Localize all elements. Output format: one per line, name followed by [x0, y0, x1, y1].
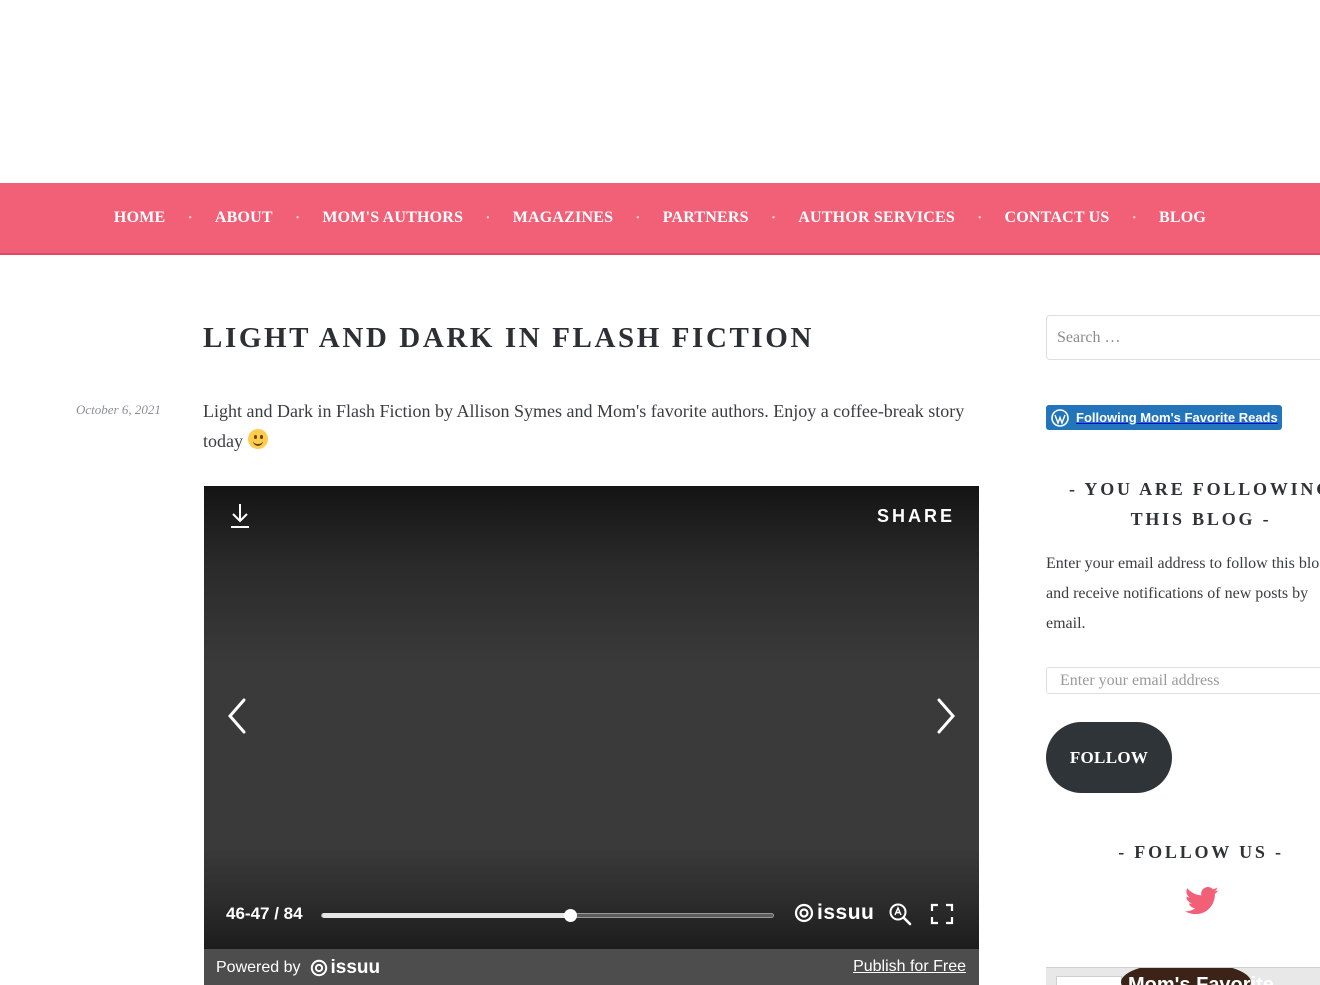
issuu-logo[interactable]: issuu — [794, 901, 875, 924]
nav-item-contact-us[interactable]: CONTACT US — [1005, 209, 1110, 227]
powered-by-label: Powered by — [216, 959, 301, 976]
nav-item-home[interactable]: HOME — [114, 209, 165, 227]
nav-separator: • — [636, 212, 640, 224]
issuu-wordmark: issuu — [817, 901, 875, 924]
nav-separator: • — [486, 212, 490, 224]
follow-button[interactable]: FOLLOW — [1046, 722, 1172, 793]
facebook-page-thumbnail — [1056, 976, 1122, 985]
search-input[interactable] — [1047, 316, 1320, 359]
email-input[interactable] — [1047, 668, 1320, 693]
facebook-page-card[interactable]: Mom's Favorite — [1046, 967, 1320, 985]
follow-us-widget-title: - FOLLOW US - — [1118, 842, 1284, 862]
main-navigation: HOME • ABOUT • MOM'S AUTHORS • MAGAZINES… — [0, 183, 1320, 255]
wordpress-follow-button[interactable]: Following Mom's Favorite Reads — [1046, 405, 1282, 430]
nav-item-magazines[interactable]: MAGAZINES — [513, 209, 613, 227]
share-button[interactable]: SHARE — [877, 506, 955, 527]
powered-by-issuu[interactable]: Powered by issuu — [216, 957, 380, 979]
issuu-mark-icon — [794, 903, 814, 923]
post-date[interactable]: October 6, 2021 — [76, 402, 161, 418]
scrubber-handle[interactable] — [564, 909, 578, 922]
page-scrubber[interactable] — [321, 909, 774, 922]
fullscreen-icon[interactable] — [930, 903, 954, 925]
issuu-mark-icon — [310, 959, 327, 977]
follow-blog-description: Enter your email address to follow this … — [1046, 555, 1320, 632]
issuu-embed: SHARE 46-47 / 84 issuu Powered by issuu … — [204, 486, 979, 985]
nav-separator: • — [295, 212, 300, 224]
nav-item-about[interactable]: ABOUT — [215, 209, 273, 227]
previous-page-arrow-icon[interactable] — [224, 696, 250, 736]
scrubber-progress — [322, 913, 571, 918]
publish-for-free-link[interactable]: Publish for Free — [853, 958, 966, 976]
nav-item-moms-authors[interactable]: MOM'S AUTHORS — [322, 209, 463, 227]
email-field[interactable] — [1046, 667, 1320, 694]
nav-list: HOME • ABOUT • MOM'S AUTHORS • MAGAZINES… — [0, 183, 1320, 253]
nav-item-blog[interactable]: BLOG — [1159, 209, 1206, 227]
wordpress-follow-label: Following Mom's Favorite Reads — [1076, 410, 1278, 425]
page-counter: 46-47 / 84 — [226, 904, 303, 923]
facebook-page-name: Mom's Favorite — [1128, 974, 1274, 985]
smiley-emoji-icon — [247, 429, 268, 449]
issuu-footer-bar: Powered by issuu Publish for Free — [204, 949, 979, 985]
nav-separator: • — [1132, 212, 1137, 224]
post-excerpt: Light and Dark in Flash Fiction by Allis… — [203, 396, 973, 456]
document-viewer[interactable]: SHARE 46-47 / 84 issuu — [204, 486, 979, 949]
next-page-arrow-icon[interactable] — [933, 696, 959, 736]
nav-item-partners[interactable]: PARTNERS — [663, 209, 749, 227]
issuu-wordmark: issuu — [330, 957, 381, 978]
follow-blog-widget-title: - YOU ARE FOLLOWING THIS BLOG - — [1068, 479, 1320, 529]
twitter-bird-icon[interactable] — [1185, 886, 1219, 916]
nav-separator: • — [978, 212, 982, 224]
nav-separator: • — [188, 212, 192, 224]
nav-separator: • — [771, 212, 776, 224]
zoom-icon[interactable] — [888, 902, 912, 926]
post-title: LIGHT AND DARK IN FLASH FICTION — [203, 322, 815, 354]
search-field[interactable] — [1046, 315, 1320, 360]
download-icon[interactable] — [228, 500, 252, 530]
wordpress-logo-icon — [1051, 408, 1069, 427]
post-excerpt-text: Light and Dark in Flash Fiction by Allis… — [203, 401, 965, 451]
nav-item-author-services[interactable]: AUTHOR SERVICES — [798, 209, 955, 227]
